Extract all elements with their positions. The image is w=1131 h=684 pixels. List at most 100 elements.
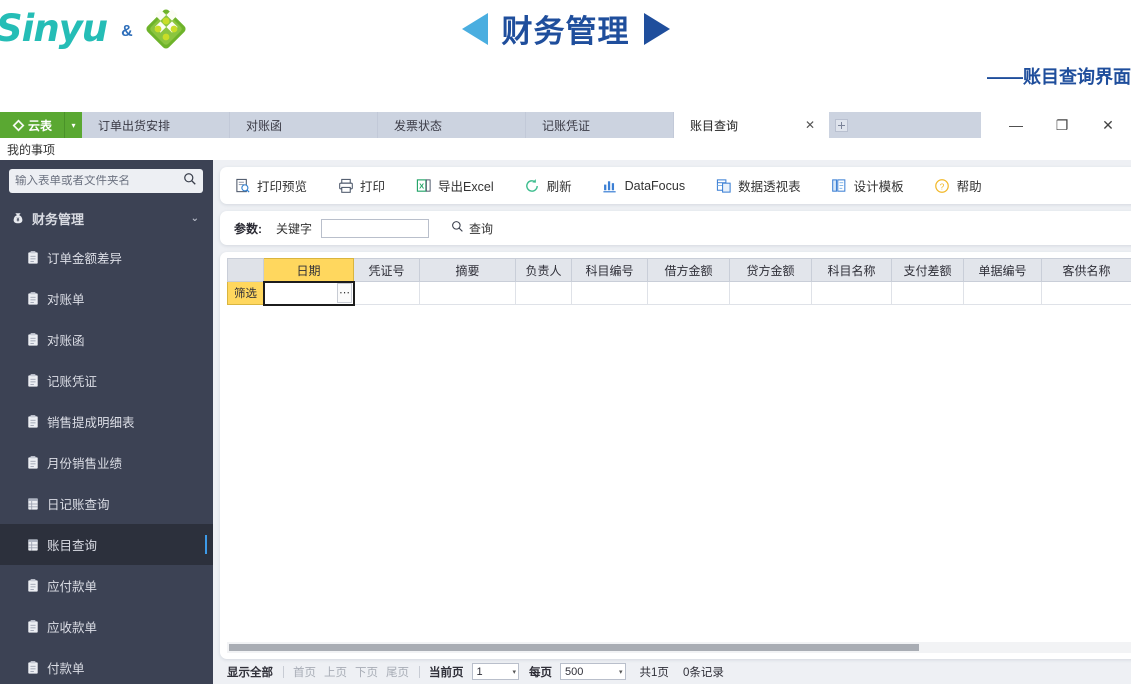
tab-close-icon[interactable]: ✕ xyxy=(805,118,815,132)
datafocus-button[interactable]: DataFocus xyxy=(602,177,702,194)
sidebar-search[interactable] xyxy=(9,169,203,193)
export-excel-button[interactable]: X 导出Excel xyxy=(415,176,511,195)
per-page-select[interactable]: 500 ▾ xyxy=(560,663,626,680)
table-icon xyxy=(27,497,39,511)
chevron-down-icon[interactable]: ▾ xyxy=(619,668,623,676)
button-label: 数据透视表 xyxy=(738,180,801,194)
keyword-input[interactable] xyxy=(321,218,430,238)
horizontal-scrollbar[interactable] xyxy=(227,642,1131,653)
keyword-label: 关键字 xyxy=(276,221,313,236)
filter-cell-date[interactable]: ⋯ xyxy=(262,280,355,306)
search-icon[interactable] xyxy=(183,172,197,191)
sidebar-item-sales-commission-detail[interactable]: 销售提成明细表 xyxy=(0,401,213,442)
per-page-value: 500 xyxy=(565,665,584,678)
sidebar-item-account-query[interactable]: 账目查询 xyxy=(0,524,213,565)
filter-cell-summary[interactable] xyxy=(419,281,516,305)
status-divider-1 xyxy=(283,665,284,678)
query-button[interactable]: 查询 xyxy=(451,220,493,237)
current-page-value: 1 xyxy=(476,665,483,678)
tab-account-query[interactable]: 账目查询 ✕ xyxy=(674,112,829,138)
add-tab-button[interactable] xyxy=(829,112,853,138)
sidebar-item-order-amount-diff[interactable]: 订单金额差异 xyxy=(0,237,213,278)
tab-order-shipment[interactable]: 订单出货安排 xyxy=(82,112,230,138)
column-header-customer-supplier[interactable]: 客供名称 xyxy=(1041,258,1131,282)
sidebar-item-journal-query[interactable]: 日记账查询 xyxy=(0,483,213,524)
next-page-button[interactable]: 下页 xyxy=(355,664,378,680)
print-button[interactable]: 打印 xyxy=(337,176,402,195)
column-header-payment-diff[interactable]: 支付差额 xyxy=(891,258,964,282)
column-header-account-name[interactable]: 科目名称 xyxy=(811,258,892,282)
filter-cell-customer-supplier[interactable] xyxy=(1041,281,1131,305)
scrollbar-thumb[interactable] xyxy=(229,644,919,651)
button-label: 帮助 xyxy=(956,180,982,194)
excel-icon: X xyxy=(415,177,432,194)
sidebar-item-statement[interactable]: 对账单 xyxy=(0,278,213,319)
design-template-button[interactable]: 设计模板 xyxy=(831,176,921,195)
page-banner: Sinyu & 财务管理 ——账目查询界面 xyxy=(0,0,1131,112)
column-header-voucher-no[interactable]: 凭证号 xyxy=(353,258,420,282)
toolbar: 打印预览 打印 X 导出Excel 刷新 DataFocus 数据透视表 设计模… xyxy=(220,167,1131,204)
form-icon xyxy=(27,332,39,347)
sidebar-item-label: 订单金额差异 xyxy=(47,252,123,266)
pivot-table-button[interactable]: 数据透视表 xyxy=(715,176,818,195)
filter-cell-document-no[interactable] xyxy=(963,281,1042,305)
sidebar-item-accounting-voucher[interactable]: 记账凭证 xyxy=(0,360,213,401)
parameter-bar: 参数: 关键字 查询 xyxy=(220,211,1131,245)
column-header-owner[interactable]: 负责人 xyxy=(515,258,572,282)
grid-empty-area[interactable] xyxy=(227,305,1131,642)
sidebar-item-reconciliation-letter[interactable]: 对账函 xyxy=(0,319,213,360)
help-button[interactable]: ? 帮助 xyxy=(934,176,999,195)
sidebar-item-payment-order[interactable]: 付款单 xyxy=(0,647,213,684)
filter-cell-owner[interactable] xyxy=(515,281,572,305)
search-input[interactable] xyxy=(15,175,183,187)
column-header-date[interactable]: 日期 xyxy=(263,258,354,282)
column-header-debit-amount[interactable]: 借方金额 xyxy=(647,258,730,282)
maximize-button[interactable]: ❐ xyxy=(1039,112,1085,138)
current-page-select[interactable]: 1 ▾ xyxy=(471,663,520,680)
prev-page-button[interactable]: 上页 xyxy=(324,664,347,680)
sidebar-group-finance[interactable]: ¥ 财务管理 ⌄ xyxy=(0,199,213,237)
filter-cell-voucher-no[interactable] xyxy=(353,281,420,305)
tab-label: 订单出货安排 xyxy=(98,118,171,133)
window-controls: — ❐ ✕ xyxy=(981,112,1131,138)
filter-cell-debit-amount[interactable] xyxy=(647,281,730,305)
my-items-label[interactable]: 我的事项 xyxy=(0,141,55,158)
chevron-down-icon[interactable]: ⌄ xyxy=(191,213,199,224)
filter-cell-account-code[interactable] xyxy=(571,281,648,305)
tab-reconciliation-letter[interactable]: 对账函 xyxy=(230,112,378,138)
grid-corner-cell[interactable] xyxy=(227,258,264,282)
sidebar-item-label: 日记账查询 xyxy=(47,498,110,512)
filter-cell-credit-amount[interactable] xyxy=(729,281,812,305)
print-icon xyxy=(337,177,354,194)
sidebar-item-label: 月份销售业绩 xyxy=(47,457,123,471)
content-area: 打印预览 打印 X 导出Excel 刷新 DataFocus 数据透视表 设计模… xyxy=(213,160,1131,684)
form-icon xyxy=(27,455,39,470)
filter-ellipsis-button[interactable]: ⋯ xyxy=(337,283,352,303)
cloudtable-brand-button[interactable]: 云表 xyxy=(0,112,64,138)
money-bag-icon: ¥ xyxy=(11,211,25,225)
form-icon xyxy=(27,414,39,429)
minimize-button[interactable]: — xyxy=(993,112,1039,138)
sidebar-item-receivable[interactable]: 应收款单 xyxy=(0,606,213,647)
column-header-credit-amount[interactable]: 贷方金额 xyxy=(729,258,812,282)
brand-dropdown-caret-icon[interactable]: ▾ xyxy=(64,112,82,138)
show-all-button[interactable]: 显示全部 xyxy=(227,664,273,680)
sidebar-item-monthly-sales-performance[interactable]: 月份销售业绩 xyxy=(0,442,213,483)
refresh-button[interactable]: 刷新 xyxy=(524,176,589,195)
last-page-button[interactable]: 尾页 xyxy=(386,664,409,680)
column-header-account-code[interactable]: 科目编号 xyxy=(571,258,648,282)
per-page-label: 每页 xyxy=(529,666,553,679)
chevron-down-icon[interactable]: ▾ xyxy=(513,668,517,676)
tab-accounting-voucher[interactable]: 记账凭证 xyxy=(526,112,674,138)
tab-invoice-status[interactable]: 发票状态 xyxy=(378,112,526,138)
column-header-summary[interactable]: 摘要 xyxy=(419,258,516,282)
filter-cell-account-name[interactable] xyxy=(811,281,892,305)
sidebar-item-payable[interactable]: 应付款单 xyxy=(0,565,213,606)
first-page-button[interactable]: 首页 xyxy=(293,664,316,680)
print-preview-button[interactable]: 打印预览 xyxy=(234,176,324,195)
column-header-document-no[interactable]: 单据编号 xyxy=(963,258,1042,282)
close-window-button[interactable]: ✕ xyxy=(1085,112,1131,138)
current-page-label: 当前页 xyxy=(429,666,464,679)
filter-cell-payment-diff[interactable] xyxy=(891,281,964,305)
sidebar-item-label: 付款单 xyxy=(47,662,85,676)
